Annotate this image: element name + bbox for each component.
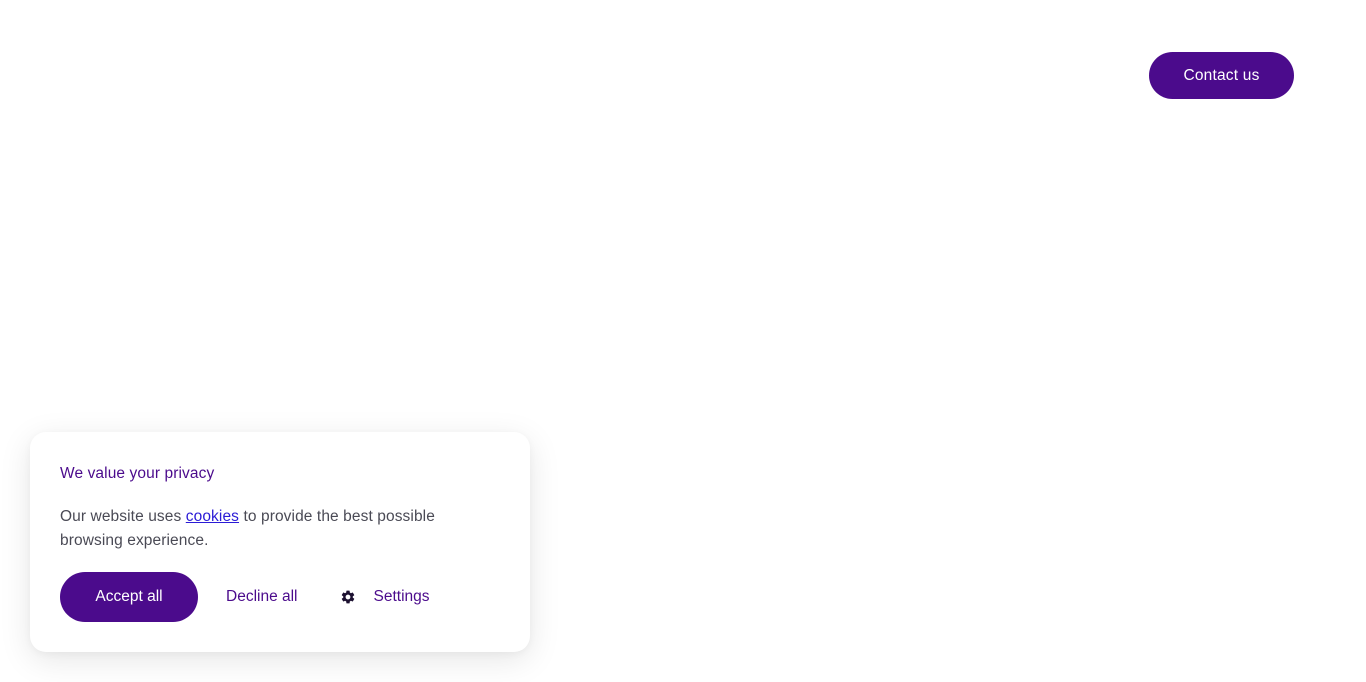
settings-label: Settings [373,588,430,605]
accept-all-button[interactable]: Accept all [60,572,198,622]
cookie-banner-title: We value your privacy [60,465,215,482]
cookies-link[interactable]: cookies [186,508,239,525]
cookie-message-prefix: Our website uses [60,508,186,525]
gear-icon [340,589,356,605]
decline-all-button[interactable]: Decline all [226,588,298,606]
cookie-consent-banner: We value your privacy Our website uses c… [30,432,530,652]
settings-button[interactable]: Settings [340,588,430,606]
cookie-banner-message: Our website uses cookies to provide the … [60,505,500,553]
page: Contact us We value your privacy Our web… [0,0,1366,682]
contact-us-button[interactable]: Contact us [1149,52,1294,99]
cookie-banner-actions: Accept all Decline all Settings [60,572,430,622]
